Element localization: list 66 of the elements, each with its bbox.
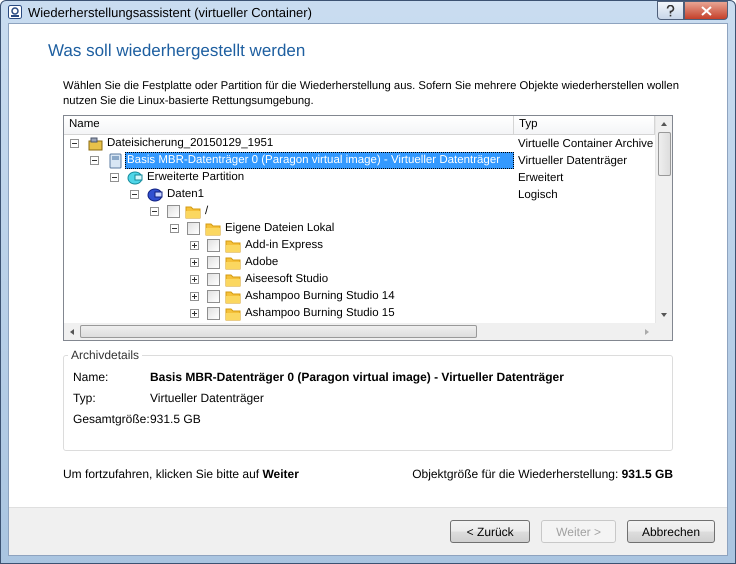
type-cell: Erweitert [518,172,564,184]
close-icon [700,6,712,16]
detail-label: Name: [73,370,110,384]
tree-item[interactable]: Eigene Dateien Lokal [223,220,336,237]
folder-icon [225,306,241,322]
window-title: Wiederherstellungsassistent (virtueller Container) [28,4,312,20]
detail-value: Virtueller Datenträger [150,390,265,404]
checkbox[interactable] [207,307,220,320]
app-icon [8,5,22,19]
detail-label: Gesamtgröße: [73,412,150,426]
detail-label: Typ: [73,390,97,404]
archive-icon [87,136,103,152]
folder-icon [225,288,241,304]
detail-value: 931.5 GB [150,412,202,426]
folder-icon [225,238,241,254]
scrollbar-thumb[interactable] [658,132,670,176]
checkbox[interactable] [207,290,220,303]
collapse-icon[interactable] [150,207,159,216]
tree-item[interactable]: Ashampoo Burning Studio 14 [243,288,397,305]
wizard-button[interactable]: Abbrechen [626,520,715,543]
collapse-icon[interactable] [70,139,79,148]
tree-item[interactable]: Erweiterte Partition [145,169,246,186]
horizontal-scrollbar[interactable] [64,323,655,340]
help-icon [666,4,675,16]
hint-text: Um fortzufahren, klicken Sie bitte auf Weiter [63,467,299,481]
close-button[interactable] [684,1,728,20]
drive-icon [127,170,143,186]
tree-item[interactable]: Ashampoo Burning Studio 15 [243,305,397,322]
drive-icon [147,186,163,202]
checkbox[interactable] [167,205,180,218]
help-button[interactable] [657,1,684,20]
wizard-button[interactable]: < Zurück [450,520,530,543]
tree-item[interactable]: / [203,203,210,220]
tree-item[interactable]: Adobe [243,254,280,271]
folder-icon [225,254,241,270]
detail-value: Basis MBR-Datenträger 0 (Paragon virtual image) - Virtueller Datenträger [150,370,565,384]
checkbox[interactable] [207,239,220,252]
type-cell: Virtueller Datenträger [518,154,628,166]
expand-icon[interactable] [190,292,199,301]
scrollbar-thumb[interactable] [80,325,477,338]
collapse-icon[interactable] [90,156,99,165]
instruction-text: Wählen Sie die Festplatte oder Partition für die Wiederherstellung aus. Sofern Sie mehrere Objekte wiederherstellen wollen nutzen Sie die Linux-basierte Rettungsumgebung. [63,79,680,109]
checkbox[interactable] [207,256,220,269]
tree-item[interactable]: Add-in Express [243,237,325,254]
collapse-icon[interactable] [170,224,179,233]
page-heading: Was soll wiederhergestellt werden [48,41,306,61]
type-cell: Virtuelle Container Archive [518,138,654,150]
tree-item[interactable]: Daten1 [165,186,206,203]
tree-item[interactable]: Aiseesoft Studio [243,271,330,288]
vertical-scrollbar[interactable] [655,116,672,323]
folder-icon [185,204,201,220]
checkbox[interactable] [187,222,200,235]
folder-icon [225,272,241,288]
collapse-icon[interactable] [110,173,119,182]
size-summary: Objektgröße für die Wiederherstellung: 931.5 GB [412,467,673,481]
collapse-icon[interactable] [130,190,139,199]
folder-icon [205,220,221,236]
expand-icon[interactable] [190,275,199,284]
expand-icon[interactable] [190,241,199,250]
checkbox[interactable] [207,273,220,286]
column-header[interactable]: Name [64,116,514,134]
tree-item[interactable]: Dateisicherung_20150129_1951 [105,135,276,152]
group-legend: Archivdetails [68,348,142,362]
type-cell: Logisch [518,188,558,200]
expand-icon[interactable] [190,309,199,318]
expand-icon[interactable] [190,258,199,267]
